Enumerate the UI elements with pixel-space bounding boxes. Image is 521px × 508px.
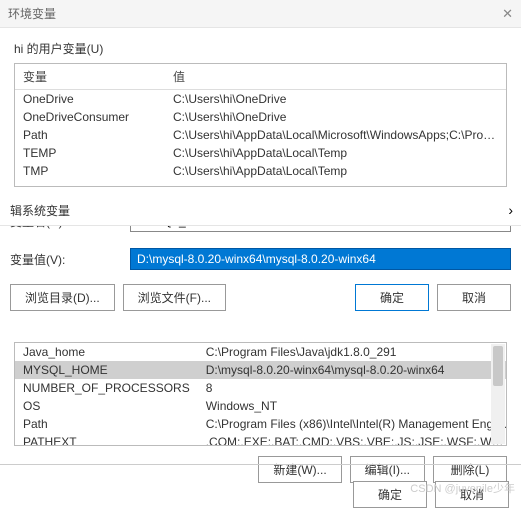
cancel-button[interactable]: 取消 — [437, 284, 511, 311]
browse-dir-button[interactable]: 浏览目录(D)... — [10, 284, 115, 311]
ok-button[interactable]: 确定 — [355, 284, 429, 311]
var-value-input[interactable] — [130, 248, 511, 270]
window-title: 环境变量 — [8, 5, 56, 22]
chevron-right-icon[interactable]: › — [508, 202, 513, 218]
col-val[interactable]: 值 — [165, 64, 506, 90]
titlebar: 环境变量 ✕ — [0, 0, 521, 28]
browse-file-button[interactable]: 浏览文件(F)... — [123, 284, 226, 311]
var-value-label: 变量值(V): — [10, 251, 130, 268]
scrollbar-thumb[interactable] — [493, 346, 503, 386]
user-vars-table[interactable]: 变量 值 OneDriveC:\Users\hi\OneDrive OneDri… — [14, 63, 507, 187]
scrollbar[interactable] — [491, 344, 505, 444]
col-var[interactable]: 变量 — [15, 64, 165, 90]
table-row: MYSQL_HOMED:\mysql-8.0.20-winx64\mysql-8… — [15, 361, 507, 379]
table-row: NUMBER_OF_PROCESSORS8 — [15, 379, 507, 397]
table-row: OSWindows_NT — [15, 397, 507, 415]
table-row: TEMPC:\Users\hi\AppData\Local\Temp — [15, 144, 506, 162]
edit-dialog-title: 辑系统变量 › — [0, 196, 521, 226]
table-row: TMPC:\Users\hi\AppData\Local\Temp — [15, 162, 506, 180]
table-row: PathC:\Program Files (x86)\Intel\Intel(R… — [15, 415, 507, 433]
watermark: CSDN @juvenile少年 — [410, 480, 515, 496]
table-row: OneDriveC:\Users\hi\OneDrive — [15, 90, 506, 109]
close-icon[interactable]: ✕ — [502, 6, 513, 22]
system-vars-table[interactable]: Java_homeC:\Program Files\Java\jdk1.8.0_… — [14, 342, 507, 446]
table-row: Java_homeC:\Program Files\Java\jdk1.8.0_… — [15, 343, 507, 361]
user-vars-label: hi 的用户变量(U) — [0, 28, 521, 63]
table-row: PathC:\Users\hi\AppData\Local\Microsoft\… — [15, 126, 506, 144]
table-row: OneDriveConsumerC:\Users\hi\OneDrive — [15, 108, 506, 126]
table-row: PATHEXT.COM;.EXE;.BAT;.CMD;.VBS;.VBE;.JS… — [15, 433, 507, 446]
